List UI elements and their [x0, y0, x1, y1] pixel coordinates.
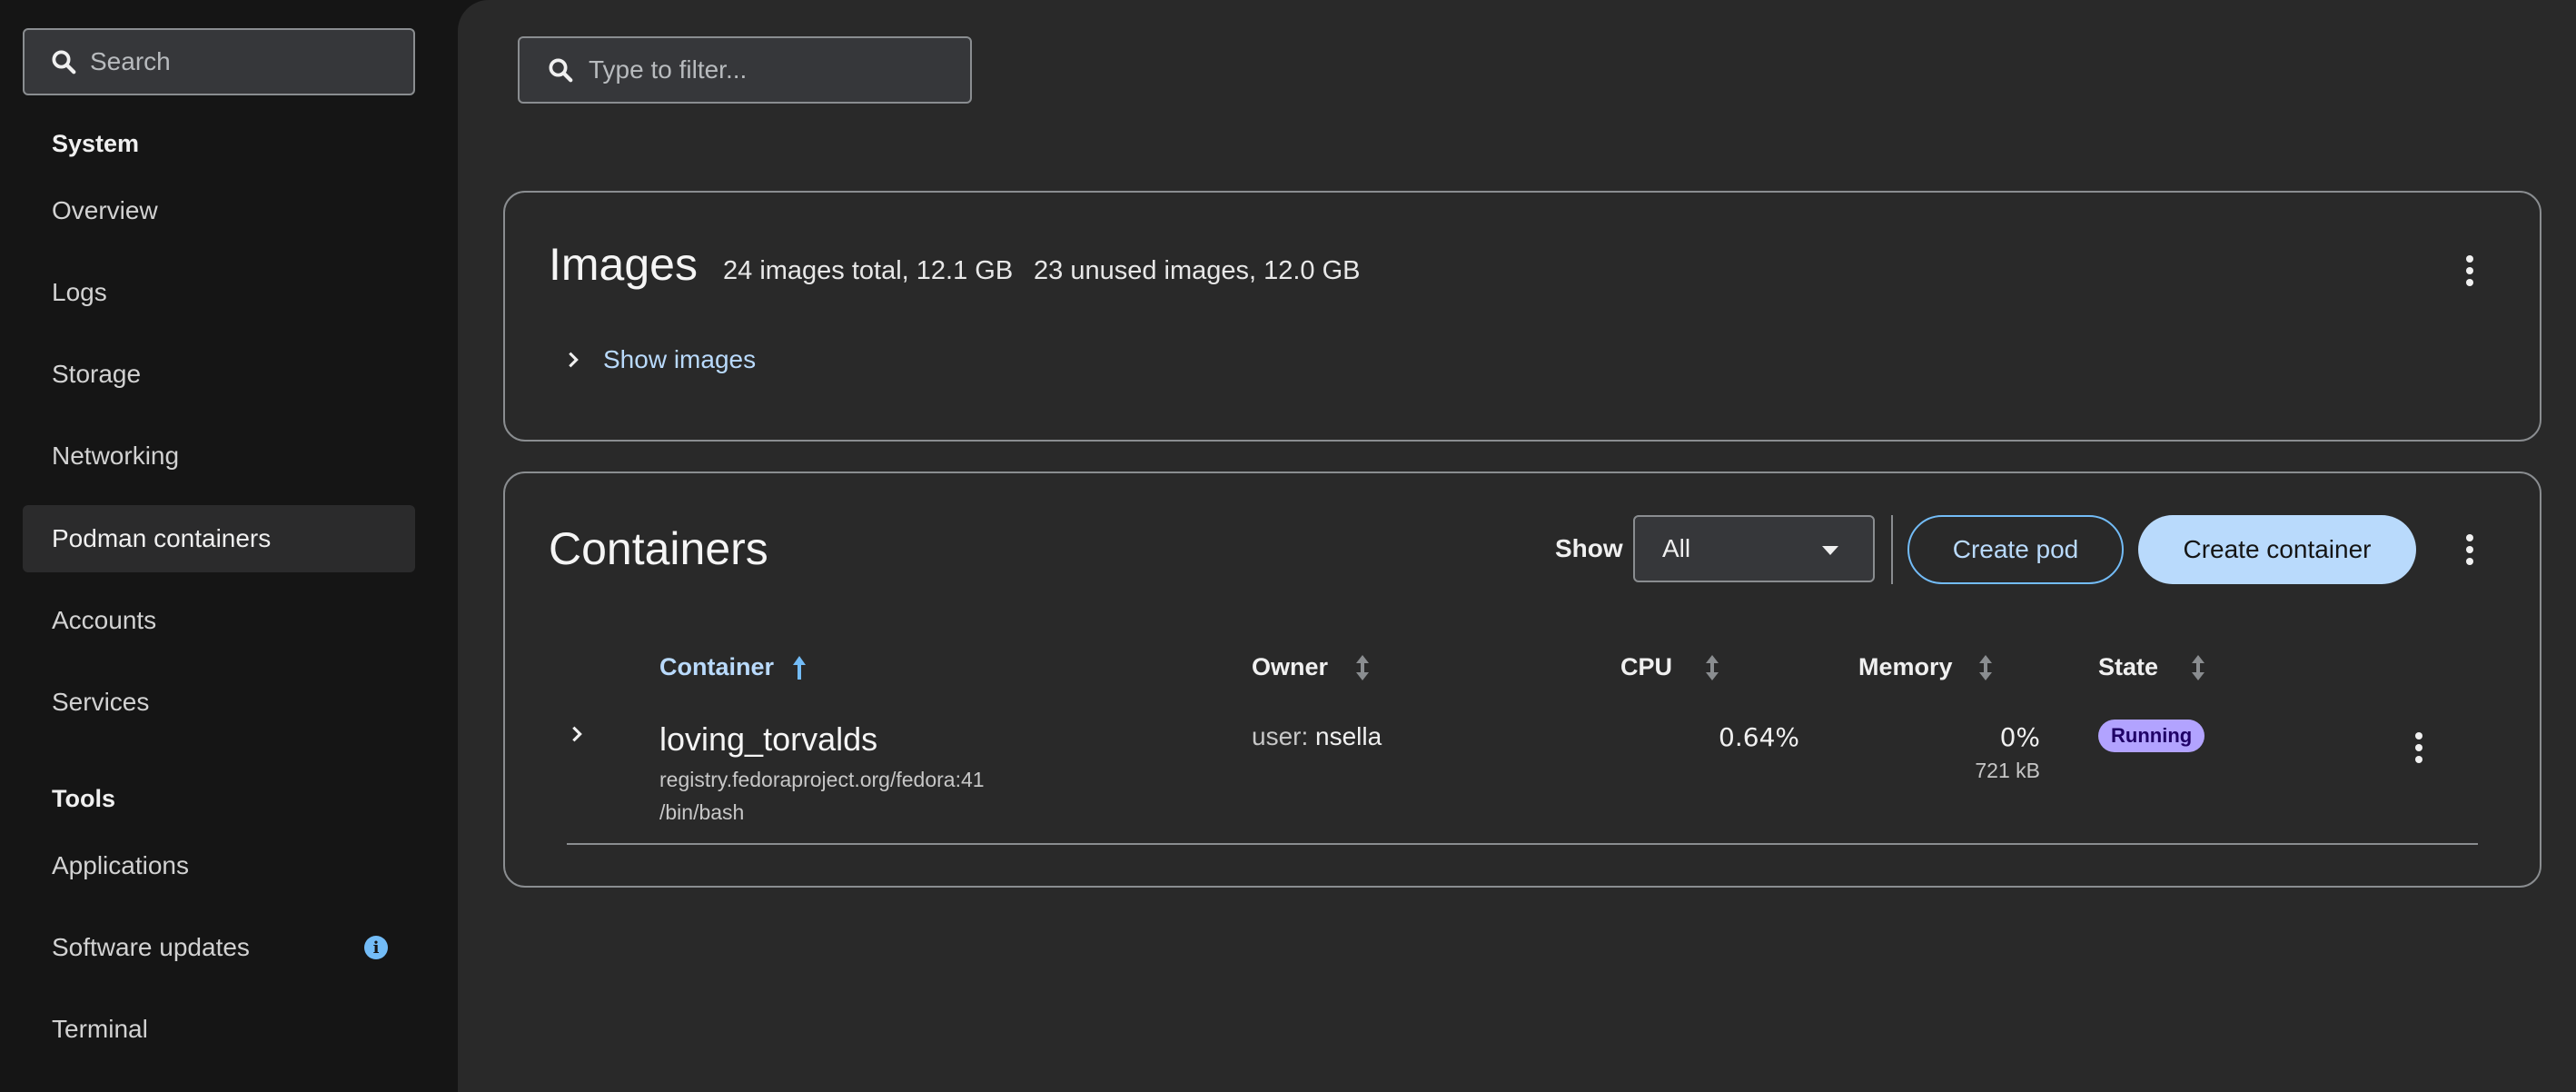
column-header-label: State	[2098, 653, 2159, 680]
sidebar-item-storage[interactable]: Storage	[23, 341, 415, 408]
filter-box[interactable]	[518, 36, 972, 104]
section-title-system: System	[52, 130, 140, 157]
sidebar-item-services[interactable]: Services	[23, 669, 415, 736]
sidebar-item-logs[interactable]: Logs	[23, 259, 415, 326]
sidebar-item-software-updates[interactable]: Software updates i	[23, 914, 415, 981]
sidebar-item-label: Terminal	[52, 1015, 148, 1043]
sort-icon	[1978, 654, 1992, 680]
container-memory-used: 721 kB	[1975, 759, 2040, 782]
caret-down-icon	[1822, 546, 1838, 555]
column-header-state[interactable]: State	[2098, 653, 2205, 681]
sidebar-search-input[interactable]	[90, 47, 399, 76]
search-icon	[52, 50, 76, 74]
show-filter-value: All	[1662, 534, 1691, 562]
images-unused: 23 unused images, 12.0 GB	[1034, 256, 1361, 285]
sidebar-item-label: Logs	[52, 278, 107, 306]
images-card: Images 24 images total, 12.1 GB 23 unuse…	[503, 191, 2541, 442]
images-kebab-menu[interactable]	[2456, 253, 2483, 289]
column-header-owner[interactable]: Owner	[1252, 653, 1370, 681]
show-filter-label: Show	[1555, 534, 1623, 562]
expand-row-chevron-icon[interactable]	[567, 724, 587, 744]
sidebar-item-label: Software updates	[52, 933, 250, 961]
status-badge: Running	[2098, 720, 2205, 752]
sidebar-search[interactable]	[23, 28, 415, 95]
filter-input[interactable]	[589, 55, 952, 84]
sidebar-item-label: Networking	[52, 442, 180, 470]
create-container-button[interactable]: Create container	[2138, 515, 2416, 584]
search-icon	[549, 58, 573, 83]
toolbar-divider	[1891, 515, 1893, 584]
create-pod-button[interactable]: Create pod	[1907, 515, 2124, 584]
sort-icon	[2192, 654, 2205, 680]
sidebar-item-label: Services	[52, 688, 150, 716]
owner-name: nsella	[1315, 722, 1382, 750]
sidebar-item-terminal[interactable]: Terminal	[23, 996, 415, 1063]
show-images-toggle[interactable]: Show images	[563, 345, 756, 374]
section-title-tools: Tools	[52, 785, 115, 812]
sidebar-item-label: Storage	[52, 360, 142, 388]
container-name: loving_torvalds	[659, 720, 878, 758]
show-images-label: Show images	[603, 345, 757, 373]
column-header-container[interactable]: Container	[659, 653, 807, 681]
container-command: /bin/bash	[659, 800, 745, 824]
containers-kebab-menu[interactable]	[2456, 531, 2483, 568]
container-image: registry.fedoraproject.org/fedora:41	[659, 768, 985, 791]
column-header-cpu[interactable]: CPU	[1620, 653, 1719, 681]
chevron-right-icon	[569, 352, 579, 368]
info-icon: i	[364, 936, 388, 959]
images-total: 24 images total, 12.1 GB	[723, 256, 1014, 285]
containers-card: Containers Show All Create pod Create co…	[503, 472, 2541, 888]
sort-icon	[1706, 654, 1719, 680]
container-memory-percent: 0%	[1999, 722, 2040, 752]
sort-ascending-icon	[793, 655, 807, 680]
sidebar-item-applications[interactable]: Applications	[23, 832, 415, 899]
column-header-label: Container	[659, 653, 775, 680]
column-header-label: Owner	[1252, 653, 1329, 680]
column-header-label: CPU	[1620, 653, 1673, 680]
column-header-label: Memory	[1858, 653, 1953, 680]
sidebar-item-label: Overview	[52, 196, 158, 224]
row-divider	[567, 843, 2478, 845]
containers-title: Containers	[549, 523, 768, 574]
sidebar-item-podman-containers[interactable]: Podman containers	[23, 505, 415, 572]
main-content: Images 24 images total, 12.1 GB 23 unuse…	[458, 0, 2576, 1092]
images-title: Images	[549, 239, 698, 290]
sidebar: System Overview Logs Storage Networking …	[0, 0, 458, 1092]
sidebar-item-overview[interactable]: Overview	[23, 177, 415, 244]
sidebar-item-accounts[interactable]: Accounts	[23, 587, 415, 654]
container-owner: user: nsella	[1252, 722, 1382, 751]
sort-icon	[1356, 654, 1370, 680]
column-header-memory[interactable]: Memory	[1858, 653, 1993, 681]
sidebar-item-networking[interactable]: Networking	[23, 422, 415, 490]
row-kebab-menu[interactable]	[2405, 730, 2432, 766]
owner-prefix: user:	[1252, 722, 1309, 750]
sidebar-item-label: Applications	[52, 851, 189, 879]
container-cpu: 0.64%	[1719, 722, 1799, 752]
show-filter-select[interactable]: All	[1633, 515, 1875, 582]
sidebar-item-label: Accounts	[52, 606, 157, 634]
sidebar-item-label: Podman containers	[52, 524, 272, 552]
